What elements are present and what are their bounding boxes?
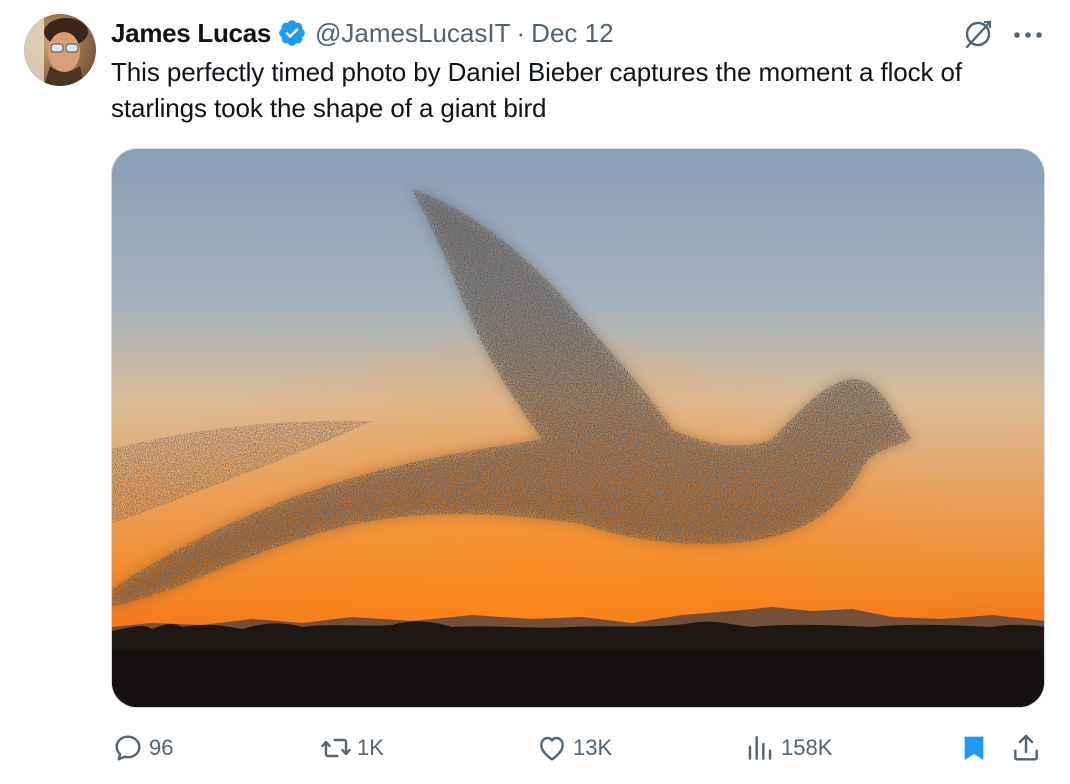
views-count: 158K (781, 735, 833, 760)
repost-count: 1K (357, 735, 384, 760)
tweet-photo[interactable] (111, 148, 1045, 708)
views-button[interactable]: 158K (743, 728, 832, 768)
avatar[interactable] (24, 14, 96, 86)
share-icon (1009, 731, 1043, 765)
like-count: 13K (573, 735, 613, 760)
avatar-image (24, 14, 96, 86)
header-separator: · (516, 17, 526, 48)
share-button[interactable] (1009, 728, 1043, 768)
reply-icon (111, 731, 145, 765)
reply-count: 96 (149, 735, 174, 760)
bookmark-icon (957, 731, 991, 765)
tweet-text: This perfectly timed photo by Daniel Bie… (111, 57, 963, 123)
tweet-date[interactable]: Dec 12 (531, 18, 613, 49)
more-icon[interactable] (1010, 20, 1046, 50)
author-name[interactable]: James Lucas (111, 18, 271, 49)
like-button[interactable]: 13K (535, 728, 612, 768)
verified-badge-icon (277, 18, 307, 48)
bookmark-button[interactable] (957, 728, 991, 768)
tweet-header: James Lucas @JamesLucasIT · Dec 12 (111, 16, 614, 50)
like-icon (535, 731, 569, 765)
views-icon (743, 731, 777, 765)
repost-button[interactable]: 1K (319, 728, 384, 768)
repost-icon (319, 731, 353, 765)
grok-icon[interactable] (958, 14, 998, 54)
starling-murmuration-photo (112, 149, 1044, 707)
tweet-action-bar: 96 1K 13K 158K (111, 728, 1045, 768)
reply-button[interactable]: 96 (111, 728, 173, 768)
author-handle[interactable]: @JamesLucasIT (315, 18, 510, 49)
